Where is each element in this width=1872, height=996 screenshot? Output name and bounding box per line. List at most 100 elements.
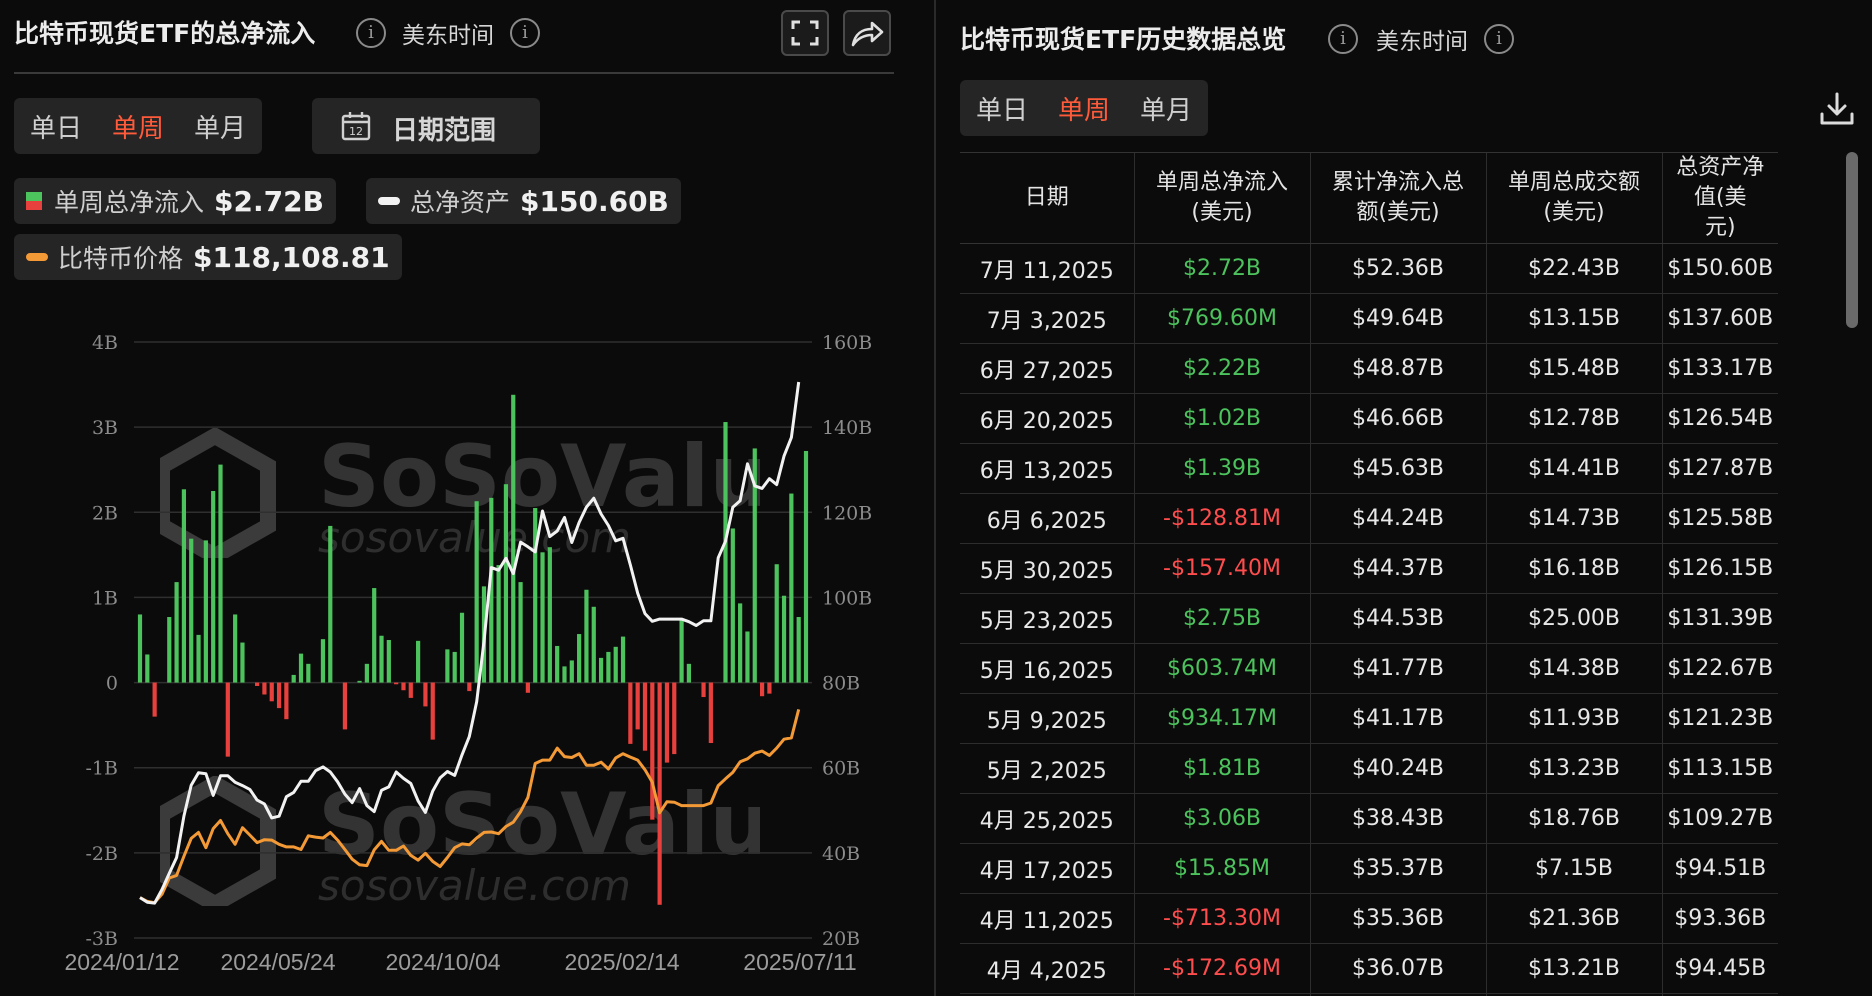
table-row[interactable]: 6月 27,2025 $2.22B $48.87B $15.48B $133.17B <box>960 343 1778 394</box>
table-row[interactable]: 7月 3,2025 $769.60M $49.64B $13.15B $137.60B <box>960 293 1778 344</box>
inflow-bar <box>533 508 538 683</box>
cell-weekly-inflow: -$172.69M <box>1134 943 1311 994</box>
table-info-icon[interactable]: i <box>1328 24 1358 54</box>
legend-btc-value: $118,108.81 <box>193 240 390 274</box>
y-left-tick: -2B <box>86 843 118 865</box>
inflow-bar <box>803 450 809 683</box>
cell-weekly-inflow: $2.22B <box>1134 343 1311 394</box>
header-weekly-volume[interactable]: 单周总成交额 (美元) <box>1486 153 1663 244</box>
cell-cumulative-inflow: $41.77B <box>1310 643 1487 694</box>
table-row[interactable]: 6月 13,2025 $1.39B $45.63B $14.41B $127.87B <box>960 443 1778 494</box>
inflow-bar <box>511 394 516 683</box>
title-divider <box>14 72 894 74</box>
expand-icon <box>791 20 819 46</box>
legend-weekly-inflow[interactable]: 单周总净流入 $2.72B <box>14 178 336 224</box>
y-right-tick: 60B <box>822 758 860 780</box>
x-tick: 2024/05/24 <box>220 949 335 975</box>
y-right-tick: 80B <box>822 673 860 695</box>
legend-inflow-name: 单周总净流入 <box>54 188 205 217</box>
table-row[interactable]: 6月 6,2025 -$128.81M $44.24B $14.73B $125.58B <box>960 493 1778 544</box>
table-row[interactable]: 5月 2,2025 $1.81B $40.24B $13.23B $113.15B <box>960 743 1778 794</box>
legend-btc-price[interactable]: 比特币价格 $118,108.81 <box>14 234 402 280</box>
tab-monthly[interactable]: 单月 <box>194 108 246 145</box>
timezone-label: 美东时间 <box>402 23 494 49</box>
cell-date: 4月 17,2025 <box>960 843 1135 894</box>
table-tab-daily[interactable]: 单日 <box>976 90 1028 127</box>
y-left-tick: 3B <box>92 417 118 439</box>
y-left-tick: 1B <box>92 587 118 609</box>
info-icon[interactable]: i <box>356 18 386 48</box>
cell-date: 6月 6,2025 <box>960 493 1135 544</box>
inflow-bar <box>189 538 194 683</box>
cell-weekly-inflow: $1.81B <box>1134 743 1311 794</box>
table-row[interactable]: 5月 16,2025 $603.74M $41.77B $14.38B $122.67B <box>960 643 1778 694</box>
table-tab-weekly[interactable]: 单周 <box>1058 90 1110 127</box>
cell-cumulative-inflow: $44.37B <box>1310 543 1487 594</box>
inflow-bar <box>430 682 435 740</box>
tab-weekly[interactable]: 单周 <box>112 108 164 145</box>
inflow-bar <box>196 634 201 683</box>
cell-cumulative-inflow: $41.17B <box>1310 693 1487 744</box>
x-tick: 2024/10/04 <box>385 949 500 975</box>
table-row[interactable]: 4月 11,2025 -$713.30M $35.36B $21.36B $93.36B <box>960 893 1778 944</box>
cell-weekly-inflow: $1.39B <box>1134 443 1311 494</box>
table-row[interactable]: 5月 9,2025 $934.17M $41.17B $11.93B $121.23B <box>960 693 1778 744</box>
inflow-bar <box>650 682 655 820</box>
table-row[interactable]: 4月 25,2025 $3.06B $38.43B $18.76B $109.27B <box>960 793 1778 844</box>
header-cumulative-inflow-text: 累计净流入总 <box>1331 170 1464 195</box>
date-range-label: 日期范围 <box>392 116 497 146</box>
header-net-assets[interactable]: 总资产净值(美 元) <box>1662 153 1778 244</box>
y-right-tick: 120B <box>822 502 872 524</box>
table-row[interactable]: 4月 4,2025 -$172.69M $36.07B $13.21B $94.45B <box>960 943 1778 994</box>
table-timezone-info-icon[interactable]: i <box>1484 24 1514 54</box>
header-cumulative-inflow-text: 额(美元) <box>1356 200 1440 225</box>
inflow-bar <box>789 493 794 683</box>
table-row[interactable]: 6月 20,2025 $1.02B $46.66B $12.78B $126.54B <box>960 393 1778 444</box>
inflow-chart[interactable]: 4B 3B 2B 1B 0 -1B -2B -3B 160B 140B 120B 100B 80B 60B… <box>0 300 910 996</box>
cell-cumulative-inflow: $49.64B <box>1310 293 1487 344</box>
table-tab-monthly[interactable]: 单月 <box>1140 90 1192 127</box>
cell-net-assets: $113.15B <box>1662 743 1778 794</box>
inflow-bar <box>357 680 362 683</box>
table-row[interactable]: 5月 30,2025 -$157.40M $44.37B $16.18B $126.15… <box>960 543 1778 594</box>
legend-asset-value: $150.60B <box>520 184 669 218</box>
inflow-bar <box>211 491 216 683</box>
inflow-bar <box>496 565 501 683</box>
cell-net-assets: $121.23B <box>1662 693 1778 744</box>
header-cumulative-inflow[interactable]: 累计净流入总 额(美元) <box>1310 153 1487 244</box>
timezone-info-icon[interactable]: i <box>510 18 540 48</box>
table-scrollbar[interactable] <box>1846 152 1858 328</box>
inflow-bar <box>225 682 230 757</box>
btc-swatch <box>26 253 48 261</box>
cell-cumulative-inflow: $40.24B <box>1310 743 1487 794</box>
share-button[interactable] <box>843 10 891 56</box>
table-row[interactable]: 7月 11,2025 $2.72B $52.36B $22.43B $150.60B <box>960 243 1778 294</box>
header-date[interactable]: 日期 <box>960 153 1135 244</box>
expand-button[interactable] <box>781 10 829 56</box>
inflow-bar <box>555 645 560 683</box>
table-row[interactable]: 5月 23,2025 $2.75B $44.53B $25.00B $131.39B <box>960 593 1778 644</box>
inflow-bar <box>730 528 735 683</box>
legend-total-assets[interactable]: 总净资产 $150.60B <box>366 178 681 224</box>
inflow-bar <box>759 682 765 697</box>
date-range-button[interactable]: 12 日期范围 <box>312 98 540 154</box>
cell-weekly-volume: $14.73B <box>1486 493 1663 544</box>
header-date-text: 日期 <box>1024 185 1069 210</box>
inflow-bar <box>262 682 267 695</box>
header-weekly-inflow[interactable]: 单周总净流入 (美元) <box>1134 153 1311 244</box>
inflow-bar <box>342 682 348 730</box>
download-icon[interactable] <box>1818 90 1856 128</box>
cell-date: 4月 11,2025 <box>960 893 1135 944</box>
cell-date: 7月 3,2025 <box>960 293 1135 344</box>
header-net-assets-text: 元) <box>1704 215 1736 240</box>
cell-net-assets: $127.87B <box>1662 443 1778 494</box>
tab-daily[interactable]: 单日 <box>30 108 82 145</box>
table-row[interactable]: 4月 17,2025 $15.85M $35.37B $7.15B $94.51B <box>960 843 1778 894</box>
cell-weekly-volume: $21.36B <box>1486 893 1663 944</box>
inflow-bar <box>738 603 743 683</box>
inflow-bar <box>137 614 143 683</box>
cell-cumulative-inflow: $35.37B <box>1310 843 1487 894</box>
cell-weekly-inflow: $1.02B <box>1134 393 1311 444</box>
period-tabs: 单日 单周 单月 <box>14 98 263 154</box>
inflow-bar <box>416 640 421 683</box>
